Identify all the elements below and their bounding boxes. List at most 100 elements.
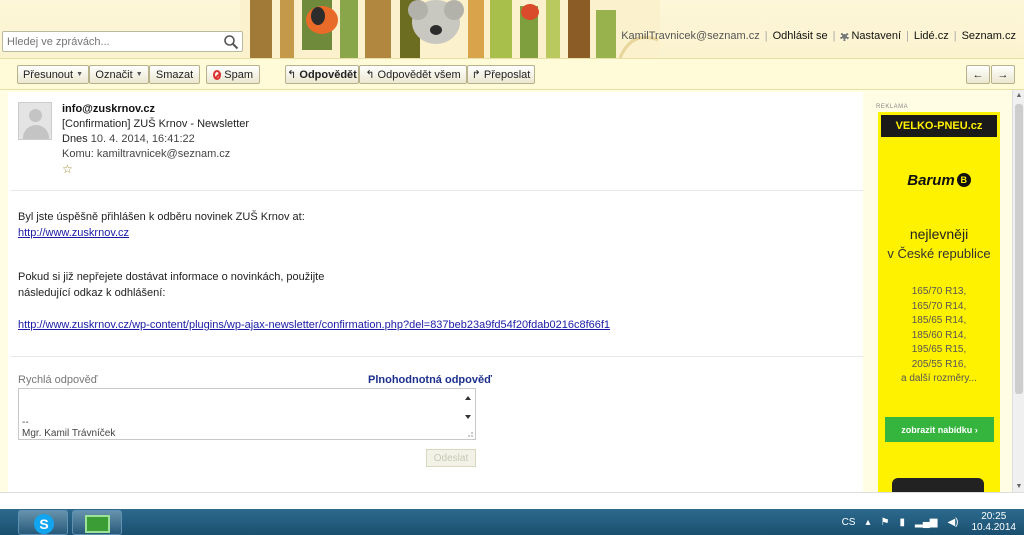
volume-icon[interactable]: ◀): [947, 517, 958, 528]
message-subject: [Confirmation] ZUŠ Krnov - Newsletter: [62, 118, 250, 130]
full-reply-link[interactable]: Plnohodnotná odpověď: [368, 374, 492, 386]
move-button[interactable]: Přesunout ▼: [17, 65, 89, 84]
page-scrollbar[interactable]: ▲ ▼: [1012, 90, 1024, 493]
ad-banner[interactable]: VELKO-PNEU.cz Barum B nejlevněji v České …: [878, 112, 1000, 492]
quick-reply-label: Rychlá odpověď: [18, 374, 98, 386]
barum-logo: Barum B: [878, 172, 1000, 189]
message-body: Byl jste úspěšně přihlášen k odběru novi…: [18, 209, 838, 333]
chevron-down-icon: ▼: [76, 71, 84, 78]
date-prefix: Dnes: [62, 133, 88, 145]
divider: [10, 190, 863, 191]
search-box: [2, 31, 243, 52]
barum-mark: B: [956, 173, 971, 187]
message-date: Dnes 10. 4. 2014, 16:41:22: [62, 132, 249, 147]
language-indicator[interactable]: CS: [842, 517, 856, 528]
tire-image: [892, 478, 984, 492]
ad-size-list: 165/70 R13, 165/70 R14, 185/65 R14, 185/…: [878, 285, 1000, 387]
star-icon[interactable]: ☆: [62, 162, 249, 177]
ad-size-item: 195/65 R15,: [911, 344, 967, 355]
ad-size-item: 165/70 R13,: [911, 286, 967, 297]
forward-button[interactable]: ↱ Přeposlat: [467, 65, 535, 84]
unsubscribe-link[interactable]: http://www.zuskrnov.cz/wp-content/plugin…: [18, 319, 610, 331]
body-line-2: Pokud si již nepřejete dostávat informac…: [18, 271, 325, 283]
ad-size-item: 205/55 R16,: [911, 358, 967, 370]
spam-icon: [213, 69, 222, 80]
search-icon[interactable]: [223, 34, 239, 50]
separator: |: [764, 30, 768, 42]
divider: [10, 356, 863, 357]
user-email: KamilTravnicek@seznam.cz: [621, 30, 760, 42]
separator: |: [953, 30, 957, 42]
seznam-link[interactable]: Seznam.cz: [962, 30, 1016, 42]
tray-arrow-icon[interactable]: ▴: [865, 517, 870, 528]
to-label: Komu:: [62, 148, 94, 160]
ad-size-item: a další rozměry...: [901, 373, 977, 384]
delete-button[interactable]: Smazat: [149, 65, 200, 84]
clock-time: 20:25: [981, 511, 1007, 522]
mark-label: Označit: [95, 68, 133, 81]
taskbar-app[interactable]: [72, 510, 122, 535]
battery-icon[interactable]: ▮: [899, 517, 905, 528]
textarea-scrollbar[interactable]: [461, 389, 475, 439]
body-line-1: Byl jste úspěšně přihlášen k odběru novi…: [18, 211, 305, 223]
search-input[interactable]: [7, 34, 217, 49]
move-label: Přesunout: [22, 68, 74, 81]
logout-link[interactable]: Odhlásit se: [773, 30, 828, 42]
system-tray: CS ▴ ⚑ ▮ ▂▄▆ ◀) 20:25 10.4.2014: [837, 509, 1016, 535]
reply-all-icon: ↰: [365, 69, 375, 81]
body-line-3: následující odkaz k odhlášení:: [18, 287, 166, 299]
website-link[interactable]: http://www.zuskrnov.cz: [18, 227, 129, 239]
scrollbar-thumb[interactable]: [1015, 104, 1023, 394]
mail-toolbar: Přesunout ▼ Označit ▼ Smazat Spam ↰ Odpověd…: [0, 58, 1024, 90]
taskbar-skype[interactable]: S: [18, 510, 68, 535]
flag-icon[interactable]: ⚑: [881, 517, 890, 528]
separator: |: [906, 30, 909, 42]
skype-icon: S: [34, 514, 54, 534]
network-icon[interactable]: ▂▄▆: [915, 517, 937, 528]
next-message-button[interactable]: →: [991, 65, 1015, 84]
send-button[interactable]: Odeslat: [426, 449, 476, 467]
sender-email[interactable]: info@zuskrnov.cz: [62, 102, 249, 117]
spam-button[interactable]: Spam: [206, 65, 260, 84]
reply-all-button[interactable]: ↰ Odpovědět všem: [359, 65, 467, 84]
ad-cta-button[interactable]: zobrazit nabídku ›: [885, 417, 994, 442]
signature-text: -- Mgr. Kamil Trávníček: [22, 417, 115, 439]
signature-name: Mgr. Kamil Trávníček: [22, 428, 116, 439]
barum-wordmark: Barum: [907, 172, 955, 189]
ad-size-item: 165/70 R14,: [911, 300, 967, 312]
reply-button[interactable]: ↰ Odpovědět: [285, 65, 359, 84]
delete-label: Smazat: [155, 68, 194, 81]
mark-button[interactable]: Označit ▼: [89, 65, 149, 84]
quick-reply-textarea[interactable]: -- Mgr. Kamil Trávníček: [18, 388, 476, 440]
message-pane: info@zuskrnov.cz [Confirmation] ZUŠ Krno…: [8, 92, 863, 492]
window-app-icon: [85, 515, 110, 533]
ad-size-item: 185/65 R14,: [911, 315, 967, 326]
scroll-up-icon[interactable]: ▲: [1015, 92, 1023, 100]
people-link[interactable]: Lidé.cz: [914, 30, 949, 42]
gear-icon: [840, 31, 850, 41]
windows-taskbar: S CS ▴ ⚑ ▮ ▂▄▆ ◀) 20:25 10.4.2014: [0, 509, 1024, 535]
prev-message-button[interactable]: ←: [966, 65, 990, 84]
scroll-down-icon[interactable]: ▼: [1015, 483, 1023, 491]
message-recipient: Komu: kamiltravnicek@seznam.cz: [62, 147, 249, 162]
header-banner: KamilTravnicek@seznam.cz | Odhlásit se |…: [0, 0, 1024, 58]
sender-avatar: [18, 102, 52, 140]
signature-dash: --: [22, 417, 29, 428]
arrow-left-icon: ←: [972, 68, 984, 81]
ad-column: REKLAMA VELKO-PNEU.cz Barum B nejlevněji …: [863, 92, 1012, 492]
page-bottom-strip: [0, 492, 1024, 509]
settings-link[interactable]: Nastavení: [851, 30, 901, 42]
message-header: info@zuskrnov.cz [Confirmation] ZUŠ Krno…: [62, 102, 249, 177]
clock[interactable]: 20:25 10.4.2014: [972, 511, 1017, 533]
reply-all-label: Odpovědět všem: [377, 68, 461, 81]
forward-icon: ↱: [471, 69, 481, 81]
ad-headline: nejlevněji: [909, 226, 969, 242]
separator: |: [832, 30, 836, 42]
date-value: 10. 4. 2014, 16:41:22: [90, 133, 195, 145]
spam-label: Spam: [224, 68, 253, 81]
arrow-right-icon: →: [997, 68, 1009, 81]
ad-brand: VELKO-PNEU.cz: [881, 115, 997, 137]
jungle-illustration: [240, 0, 660, 58]
forward-label: Přeposlat: [483, 68, 531, 81]
chevron-down-icon: ▼: [135, 71, 143, 78]
